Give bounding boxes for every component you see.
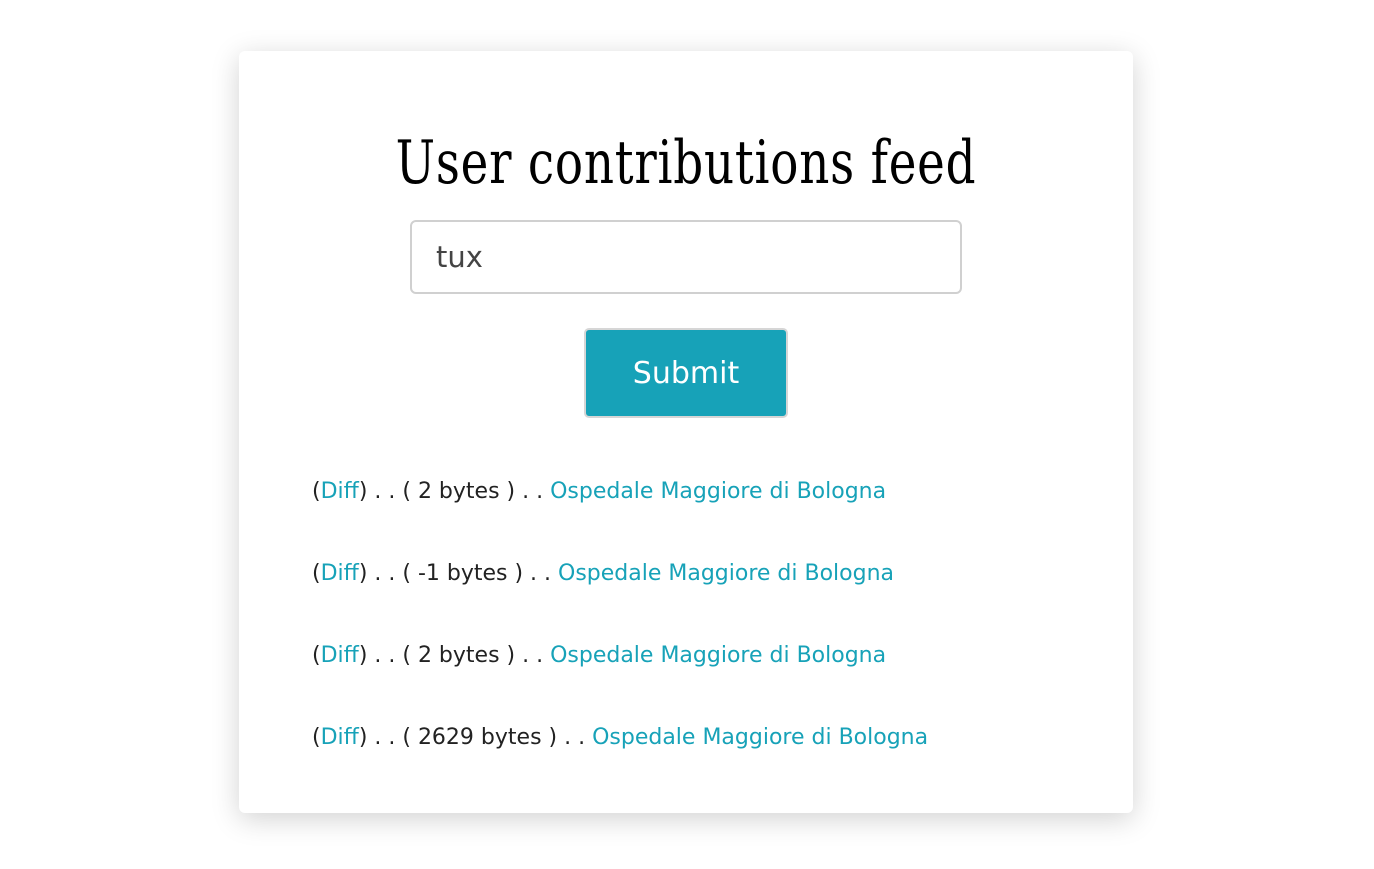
diff-link[interactable]: Diff [321, 479, 359, 504]
open-paren: ( [312, 561, 321, 586]
list-item: (Diff) . . ( 2 bytes ) . . Ospedale Magg… [312, 639, 928, 721]
page-link[interactable]: Ospedale Maggiore di Bologna [558, 561, 894, 586]
size-text: ) . . ( -1 bytes ) . . [358, 561, 559, 586]
open-paren: ( [312, 643, 321, 668]
open-paren: ( [312, 479, 321, 504]
open-paren: ( [312, 725, 321, 750]
list-item: (Diff) . . ( 2 bytes ) . . Ospedale Magg… [312, 475, 928, 557]
size-text: ) . . ( 2 bytes ) . . [358, 643, 551, 668]
list-item: (Diff) . . ( -1 bytes ) . . Ospedale Mag… [312, 557, 928, 639]
page-title: User contributions feed [395, 128, 977, 198]
list-item: (Diff) . . ( 2629 bytes ) . . Ospedale M… [312, 721, 928, 803]
diff-link[interactable]: Diff [321, 725, 359, 750]
contributions-card: User contributions feed Submit (Diff) . … [239, 51, 1133, 813]
submit-button[interactable]: Submit [584, 328, 788, 418]
username-input[interactable] [410, 220, 962, 294]
diff-link[interactable]: Diff [321, 643, 359, 668]
size-text: ) . . ( 2629 bytes ) . . [358, 725, 593, 750]
page-link[interactable]: Ospedale Maggiore di Bologna [592, 725, 928, 750]
contributions-list: (Diff) . . ( 2 bytes ) . . Ospedale Magg… [312, 475, 928, 803]
page-link[interactable]: Ospedale Maggiore di Bologna [550, 479, 886, 504]
size-text: ) . . ( 2 bytes ) . . [358, 479, 551, 504]
page-link[interactable]: Ospedale Maggiore di Bologna [550, 643, 886, 668]
diff-link[interactable]: Diff [321, 561, 359, 586]
